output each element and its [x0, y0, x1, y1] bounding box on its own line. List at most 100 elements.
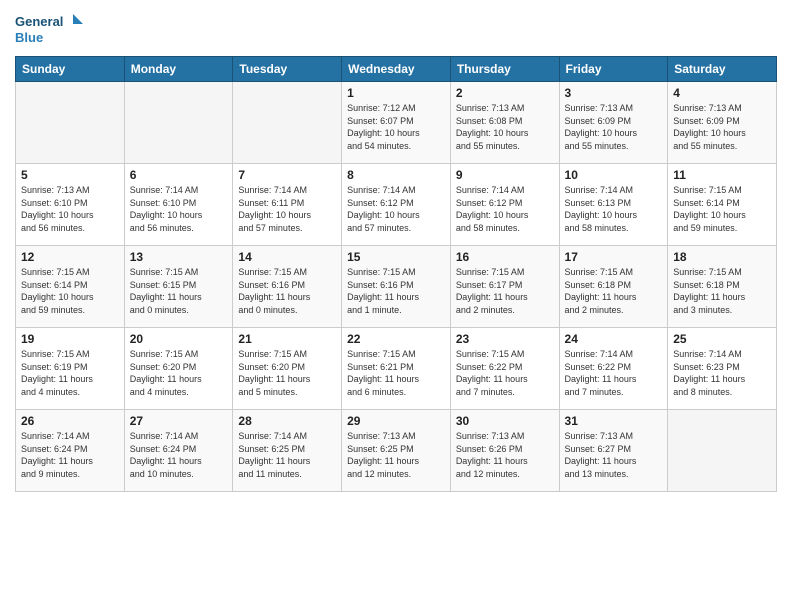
- page: General Blue SundayMondayTuesdayWednesda…: [0, 0, 792, 612]
- day-info: Sunrise: 7:13 AM Sunset: 6:27 PM Dayligh…: [565, 430, 663, 480]
- day-number: 20: [130, 332, 228, 346]
- day-number: 11: [673, 168, 771, 182]
- day-number: 2: [456, 86, 554, 100]
- day-number: 16: [456, 250, 554, 264]
- day-number: 9: [456, 168, 554, 182]
- day-info: Sunrise: 7:15 AM Sunset: 6:22 PM Dayligh…: [456, 348, 554, 398]
- day-cell: 20 Sunrise: 7:15 AM Sunset: 6:20 PM Dayli…: [124, 328, 233, 410]
- weekday-friday: Friday: [559, 57, 668, 82]
- day-number: 21: [238, 332, 336, 346]
- day-info: Sunrise: 7:14 AM Sunset: 6:11 PM Dayligh…: [238, 184, 336, 234]
- day-info: Sunrise: 7:14 AM Sunset: 6:24 PM Dayligh…: [21, 430, 119, 480]
- day-info: Sunrise: 7:13 AM Sunset: 6:08 PM Dayligh…: [456, 102, 554, 152]
- day-cell: 1 Sunrise: 7:12 AM Sunset: 6:07 PM Daylig…: [342, 82, 451, 164]
- day-cell: 13 Sunrise: 7:15 AM Sunset: 6:15 PM Dayli…: [124, 246, 233, 328]
- day-cell: [16, 82, 125, 164]
- day-number: 12: [21, 250, 119, 264]
- week-row-4: 26 Sunrise: 7:14 AM Sunset: 6:24 PM Dayli…: [16, 410, 777, 492]
- day-number: 30: [456, 414, 554, 428]
- day-cell: 28 Sunrise: 7:14 AM Sunset: 6:25 PM Dayli…: [233, 410, 342, 492]
- day-info: Sunrise: 7:14 AM Sunset: 6:12 PM Dayligh…: [347, 184, 445, 234]
- day-cell: 2 Sunrise: 7:13 AM Sunset: 6:08 PM Daylig…: [450, 82, 559, 164]
- day-number: 5: [21, 168, 119, 182]
- logo: General Blue: [15, 10, 85, 48]
- day-info: Sunrise: 7:14 AM Sunset: 6:10 PM Dayligh…: [130, 184, 228, 234]
- day-cell: 27 Sunrise: 7:14 AM Sunset: 6:24 PM Dayli…: [124, 410, 233, 492]
- day-cell: [233, 82, 342, 164]
- day-number: 27: [130, 414, 228, 428]
- day-number: 22: [347, 332, 445, 346]
- day-info: Sunrise: 7:14 AM Sunset: 6:12 PM Dayligh…: [456, 184, 554, 234]
- day-cell: 6Sunrise: 7:14 AM Sunset: 6:10 PM Daylig…: [124, 164, 233, 246]
- day-number: 25: [673, 332, 771, 346]
- day-number: 23: [456, 332, 554, 346]
- day-cell: 25 Sunrise: 7:14 AM Sunset: 6:23 PM Dayli…: [668, 328, 777, 410]
- day-info: Sunrise: 7:14 AM Sunset: 6:13 PM Dayligh…: [565, 184, 663, 234]
- day-number: 7: [238, 168, 336, 182]
- day-number: 28: [238, 414, 336, 428]
- day-cell: 29 Sunrise: 7:13 AM Sunset: 6:25 PM Dayli…: [342, 410, 451, 492]
- day-number: 29: [347, 414, 445, 428]
- day-info: Sunrise: 7:15 AM Sunset: 6:14 PM Dayligh…: [21, 266, 119, 316]
- day-number: 1: [347, 86, 445, 100]
- day-info: Sunrise: 7:14 AM Sunset: 6:24 PM Dayligh…: [130, 430, 228, 480]
- weekday-sunday: Sunday: [16, 57, 125, 82]
- weekday-tuesday: Tuesday: [233, 57, 342, 82]
- weekday-header-row: SundayMondayTuesdayWednesdayThursdayFrid…: [16, 57, 777, 82]
- day-cell: 15Sunrise: 7:15 AM Sunset: 6:16 PM Dayli…: [342, 246, 451, 328]
- day-cell: [124, 82, 233, 164]
- day-number: 18: [673, 250, 771, 264]
- day-cell: 31Sunrise: 7:13 AM Sunset: 6:27 PM Dayli…: [559, 410, 668, 492]
- day-cell: 9 Sunrise: 7:14 AM Sunset: 6:12 PM Daylig…: [450, 164, 559, 246]
- day-info: Sunrise: 7:13 AM Sunset: 6:09 PM Dayligh…: [673, 102, 771, 152]
- day-number: 10: [565, 168, 663, 182]
- day-info: Sunrise: 7:15 AM Sunset: 6:18 PM Dayligh…: [673, 266, 771, 316]
- day-info: Sunrise: 7:14 AM Sunset: 6:25 PM Dayligh…: [238, 430, 336, 480]
- day-cell: 7 Sunrise: 7:14 AM Sunset: 6:11 PM Daylig…: [233, 164, 342, 246]
- weekday-wednesday: Wednesday: [342, 57, 451, 82]
- day-info: Sunrise: 7:14 AM Sunset: 6:22 PM Dayligh…: [565, 348, 663, 398]
- day-info: Sunrise: 7:15 AM Sunset: 6:20 PM Dayligh…: [130, 348, 228, 398]
- day-number: 26: [21, 414, 119, 428]
- day-cell: 23 Sunrise: 7:15 AM Sunset: 6:22 PM Dayli…: [450, 328, 559, 410]
- day-number: 4: [673, 86, 771, 100]
- logo-svg: General Blue: [15, 10, 85, 48]
- calendar-table: SundayMondayTuesdayWednesdayThursdayFrid…: [15, 56, 777, 492]
- day-cell: 21Sunrise: 7:15 AM Sunset: 6:20 PM Dayli…: [233, 328, 342, 410]
- day-cell: 30Sunrise: 7:13 AM Sunset: 6:26 PM Dayli…: [450, 410, 559, 492]
- week-row-1: 5 Sunrise: 7:13 AM Sunset: 6:10 PM Daylig…: [16, 164, 777, 246]
- weekday-saturday: Saturday: [668, 57, 777, 82]
- day-cell: [668, 410, 777, 492]
- weekday-thursday: Thursday: [450, 57, 559, 82]
- day-info: Sunrise: 7:13 AM Sunset: 6:10 PM Dayligh…: [21, 184, 119, 234]
- week-row-2: 12 Sunrise: 7:15 AM Sunset: 6:14 PM Dayli…: [16, 246, 777, 328]
- day-cell: 16Sunrise: 7:15 AM Sunset: 6:17 PM Dayli…: [450, 246, 559, 328]
- header: General Blue: [15, 10, 777, 48]
- day-number: 17: [565, 250, 663, 264]
- svg-text:General: General: [15, 14, 63, 29]
- day-info: Sunrise: 7:15 AM Sunset: 6:21 PM Dayligh…: [347, 348, 445, 398]
- day-cell: 19 Sunrise: 7:15 AM Sunset: 6:19 PM Dayli…: [16, 328, 125, 410]
- day-info: Sunrise: 7:15 AM Sunset: 6:15 PM Dayligh…: [130, 266, 228, 316]
- day-cell: 17Sunrise: 7:15 AM Sunset: 6:18 PM Dayli…: [559, 246, 668, 328]
- day-info: Sunrise: 7:15 AM Sunset: 6:16 PM Dayligh…: [238, 266, 336, 316]
- weekday-monday: Monday: [124, 57, 233, 82]
- day-info: Sunrise: 7:12 AM Sunset: 6:07 PM Dayligh…: [347, 102, 445, 152]
- day-cell: 4 Sunrise: 7:13 AM Sunset: 6:09 PM Daylig…: [668, 82, 777, 164]
- day-cell: 18 Sunrise: 7:15 AM Sunset: 6:18 PM Dayli…: [668, 246, 777, 328]
- day-info: Sunrise: 7:13 AM Sunset: 6:09 PM Dayligh…: [565, 102, 663, 152]
- day-info: Sunrise: 7:15 AM Sunset: 6:19 PM Dayligh…: [21, 348, 119, 398]
- week-row-0: 1 Sunrise: 7:12 AM Sunset: 6:07 PM Daylig…: [16, 82, 777, 164]
- day-number: 13: [130, 250, 228, 264]
- day-cell: 8 Sunrise: 7:14 AM Sunset: 6:12 PM Daylig…: [342, 164, 451, 246]
- day-number: 24: [565, 332, 663, 346]
- day-number: 14: [238, 250, 336, 264]
- week-row-3: 19 Sunrise: 7:15 AM Sunset: 6:19 PM Dayli…: [16, 328, 777, 410]
- day-info: Sunrise: 7:13 AM Sunset: 6:25 PM Dayligh…: [347, 430, 445, 480]
- day-cell: 5 Sunrise: 7:13 AM Sunset: 6:10 PM Daylig…: [16, 164, 125, 246]
- day-cell: 11Sunrise: 7:15 AM Sunset: 6:14 PM Dayli…: [668, 164, 777, 246]
- day-cell: 26 Sunrise: 7:14 AM Sunset: 6:24 PM Dayli…: [16, 410, 125, 492]
- day-info: Sunrise: 7:14 AM Sunset: 6:23 PM Dayligh…: [673, 348, 771, 398]
- day-number: 19: [21, 332, 119, 346]
- day-number: 8: [347, 168, 445, 182]
